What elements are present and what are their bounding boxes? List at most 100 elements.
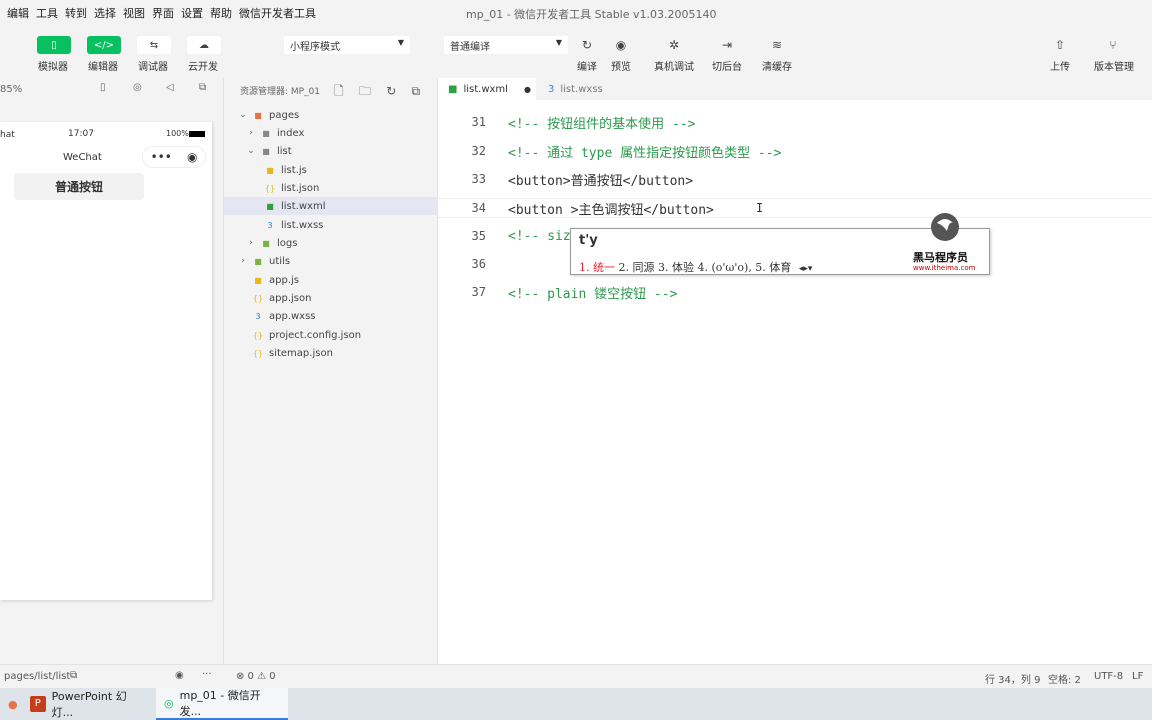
tab-list-wxml[interactable]: ■ list.wxml ● <box>438 78 536 100</box>
editor-tabs: ■ list.wxml ● 3 list.wxss <box>438 78 1152 100</box>
chevron-right-icon: › <box>249 128 253 138</box>
battery-icon <box>189 131 205 137</box>
wxml-file-icon: ■ <box>266 201 274 211</box>
file-explorer: 资源管理器: MP_01 🗋 🗀 ↻ ⧉ ⌄ ■ pages › ■ index… <box>224 78 438 664</box>
new-folder-icon[interactable]: 🗀 <box>359 84 371 98</box>
preview-button[interactable]: ◉ <box>606 36 636 54</box>
mode-select[interactable]: 小程序模式 ▼ <box>284 36 410 54</box>
os-taskbar: ● P PowerPoint 幻灯... ◎ mp_01 - 微信开发... <box>0 688 1152 720</box>
taskbar-devtools[interactable]: ◎ mp_01 - 微信开发... <box>156 688 288 720</box>
tree-item-project-config[interactable]: {} project.config.json <box>224 326 438 344</box>
code-editor[interactable]: ■ list.wxml ● 3 list.wxss 31 <!-- 按钮组件的基… <box>438 78 1152 664</box>
ime-candidate-window[interactable]: t'y 1. 统一 2. 同源 3. 体验 4. (o'ω'o), 5. 体育 … <box>570 213 990 275</box>
unsaved-dot-icon[interactable]: ● <box>524 85 531 94</box>
tree-item-label: pages <box>269 109 300 121</box>
popout-icon[interactable]: ⧉ <box>199 82 206 93</box>
cloud-icon: ☁ <box>199 39 209 51</box>
toolbar: ▯ 模拟器 </> 编辑器 ⇆ 调试器 ☁ 云开发 小程序模式 ▼ 普通编译 ▼… <box>0 26 1152 74</box>
new-file-icon[interactable]: 🗋 <box>334 84 344 98</box>
menu-devtools[interactable]: 微信开发者工具 <box>232 5 316 21</box>
tree-item-list-wxss[interactable]: 3 list.wxss <box>224 216 438 234</box>
record-icon[interactable]: ◎ <box>133 82 142 93</box>
app-icon: ● <box>8 697 18 711</box>
taskbar-app-icon[interactable]: ● <box>0 688 20 720</box>
more-icon[interactable]: ••• <box>151 150 172 164</box>
page-path[interactable]: pages/list/list <box>4 671 70 682</box>
remote-debug-label: 真机调试 <box>654 62 694 73</box>
window-title: mp_01 - 微信开发者工具 Stable v1.03.2005140 <box>466 8 717 21</box>
folder-icon: ■ <box>262 146 270 156</box>
tree-item-app-json[interactable]: {} app.json <box>224 289 438 307</box>
menu-interface[interactable]: 界面 <box>145 5 174 21</box>
menu-select[interactable]: 选择 <box>87 5 116 21</box>
battery-label: 100% <box>166 129 189 138</box>
line-number: 31 <box>471 115 486 129</box>
chevron-right-icon: › <box>241 256 245 266</box>
editor-button[interactable]: </> <box>87 36 121 54</box>
indent-setting[interactable]: 空格: 2 <box>1048 671 1081 686</box>
clear-cache-button[interactable]: ≋ <box>762 36 792 54</box>
eye-icon[interactable]: ◉ <box>175 670 184 681</box>
menu-edit[interactable]: 编辑 <box>0 5 29 21</box>
normal-button[interactable]: 普通按钮 <box>14 173 144 200</box>
compile-button[interactable]: ↻ <box>572 36 602 54</box>
version-button[interactable]: ⑂ <box>1098 36 1128 54</box>
zoom-select[interactable]: 85% <box>0 84 22 95</box>
line-number: 34 <box>471 201 486 215</box>
tree-item-logs[interactable]: › ■ logs <box>224 234 438 252</box>
tree-item-list-json[interactable]: {} list.json <box>224 179 438 197</box>
encoding[interactable]: UTF-8 <box>1094 671 1123 682</box>
tree-item-index[interactable]: › ■ index <box>224 124 438 142</box>
cursor-position[interactable]: 行 34，列 9 <box>985 671 1040 686</box>
tree-item-list-wxml[interactable]: ■ list.wxml <box>224 197 438 215</box>
page-arrows-icon[interactable]: ◂▸▾ <box>799 264 813 274</box>
copy-icon[interactable]: ⧉ <box>70 670 77 681</box>
problems-indicator[interactable]: ⊗ 0 ⚠ 0 <box>236 671 276 682</box>
upload-label: 上传 <box>1050 62 1070 73</box>
status-bar: pages/list/list ⧉ ◉ ··· ⊗ 0 ⚠ 0 行 34，列 9… <box>0 664 1152 688</box>
code-text: <!-- siz <box>508 228 571 244</box>
menu-tools[interactable]: 工具 <box>29 5 58 21</box>
collapse-icon[interactable]: ⧉ <box>412 84 421 98</box>
simulator-button[interactable]: ▯ <box>37 36 71 54</box>
code-line: 31 <!-- 按钮组件的基本使用 --> <box>438 112 1152 132</box>
tree-item-utils[interactable]: › ■ utils <box>224 252 438 270</box>
close-circle-icon[interactable]: ◉ <box>187 150 197 164</box>
cloud-button[interactable]: ☁ <box>187 36 221 54</box>
line-ending[interactable]: LF <box>1132 671 1143 682</box>
chevron-down-icon: ⌄ <box>247 146 255 156</box>
tree-item-sitemap[interactable]: {} sitemap.json <box>224 344 438 362</box>
background-button[interactable]: ⇥ <box>712 36 742 54</box>
ime-candidate-first[interactable]: 1. 统一 <box>579 261 615 274</box>
ime-candidates-rest[interactable]: 2. 同源 3. 体验 4. (o'ω'o), 5. 体育 <box>619 261 792 274</box>
capsule-menu[interactable]: ••• ◉ <box>142 146 206 168</box>
remote-debug-button[interactable]: ✲ <box>659 36 689 54</box>
tree-item-list-js[interactable]: ■ list.js <box>224 161 438 179</box>
mode-select-value: 小程序模式 <box>290 42 340 53</box>
refresh-icon[interactable]: ↻ <box>386 84 396 98</box>
device-icon[interactable]: ▯ <box>100 82 106 93</box>
tree-item-pages[interactable]: ⌄ ■ pages <box>224 106 438 124</box>
compile-select[interactable]: 普通编译 ▼ <box>444 36 568 54</box>
menu-view[interactable]: 视图 <box>116 5 145 21</box>
tree-item-app-wxss[interactable]: 3 app.wxss <box>224 307 438 325</box>
taskbar-powerpoint[interactable]: P PowerPoint 幻灯... <box>22 688 154 720</box>
volume-icon[interactable]: ◁ <box>166 82 174 93</box>
branch-icon: ⑂ <box>1109 38 1117 52</box>
more-icon[interactable]: ··· <box>202 669 212 680</box>
debugger-button[interactable]: ⇆ <box>137 36 171 54</box>
line-number: 37 <box>471 285 486 299</box>
tree-item-list[interactable]: ⌄ ■ list <box>224 142 438 160</box>
tree-item-label: list.js <box>281 164 307 176</box>
tab-list-wxss[interactable]: 3 list.wxss <box>538 78 618 100</box>
menu-settings[interactable]: 设置 <box>174 5 203 21</box>
tree-item-label: list.wxml <box>281 200 326 212</box>
menu-goto[interactable]: 转到 <box>58 5 87 21</box>
tree-item-app-js[interactable]: ■ app.js <box>224 271 438 289</box>
menu-help[interactable]: 帮助 <box>203 5 232 21</box>
layers-icon: ≋ <box>771 38 783 52</box>
text-cursor-icon: I <box>756 201 764 215</box>
upload-button[interactable]: ⇧ <box>1045 36 1075 54</box>
line-number: 32 <box>471 144 486 158</box>
ime-candidates[interactable]: 1. 统一 2. 同源 3. 体验 4. (o'ω'o), 5. 体育 ◂▸▾ <box>579 259 812 275</box>
